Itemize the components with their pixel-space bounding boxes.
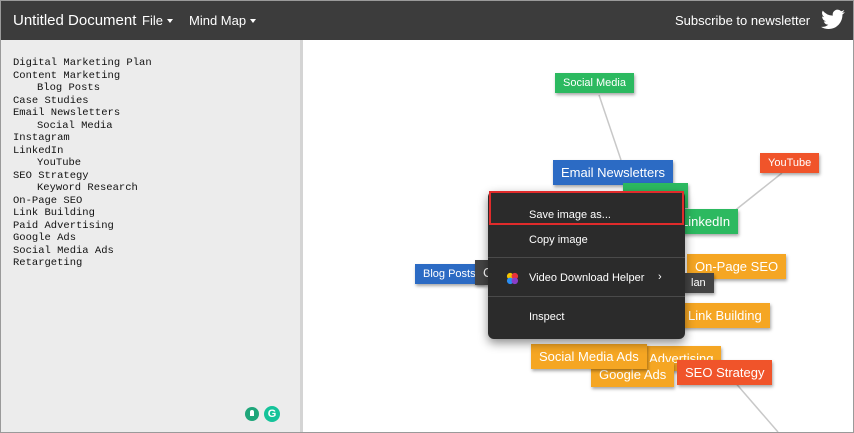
outline-item[interactable]: Retargeting xyxy=(13,257,152,270)
lightbulb-icon[interactable] xyxy=(245,407,259,421)
outline-item[interactable]: Paid Advertising xyxy=(13,220,152,233)
subscribe-link[interactable]: Subscribe to newsletter xyxy=(675,13,810,28)
outline-item[interactable]: On-Page SEO xyxy=(13,195,152,208)
node-youtube[interactable]: YouTube xyxy=(760,153,820,173)
outline-item[interactable]: Blog Posts xyxy=(13,82,152,95)
context-menu-item[interactable]: Inspect xyxy=(488,307,685,327)
mind-map-menu[interactable]: Mind Map xyxy=(189,13,257,28)
highlight-box xyxy=(489,191,684,225)
edge-social-media xyxy=(598,94,622,161)
outline-item[interactable]: Google Ads xyxy=(13,232,152,245)
outline-pane[interactable]: Digital Marketing Plan Content Marketing B… xyxy=(1,40,300,432)
node-plan[interactable]: lan xyxy=(683,273,714,293)
menu-separator xyxy=(488,257,685,258)
outline-list[interactable]: Digital Marketing Plan Content Marketing B… xyxy=(13,57,152,270)
edge-seo-strategy xyxy=(732,379,779,432)
file-menu[interactable]: File xyxy=(142,13,173,28)
outline-item[interactable]: Case Studies xyxy=(13,95,152,108)
grammarly-icon[interactable]: G xyxy=(264,406,280,422)
outline-item[interactable]: SEO Strategy xyxy=(13,170,152,183)
mind-map-menu-label: Mind Map xyxy=(189,13,247,28)
outline-item[interactable]: Link Building xyxy=(13,207,152,220)
outline-item[interactable]: LinkedIn xyxy=(13,145,152,158)
node-email-newsletters[interactable]: Email Newsletters xyxy=(553,160,674,185)
node-blog-posts[interactable]: Blog Posts xyxy=(415,264,484,284)
node-social-media-ads[interactable]: Social Media Ads xyxy=(531,344,647,369)
caret-down-icon xyxy=(250,19,257,23)
video-download-helper-option: Video Download Helper xyxy=(529,272,645,284)
node-social-media[interactable]: Social Media xyxy=(555,73,634,93)
copy-image-option: Copy image xyxy=(529,234,588,246)
top-bar: Untitled Document File Mind Map Subscrib… xyxy=(1,1,853,40)
context-menu-item[interactable]: Copy image xyxy=(488,230,685,250)
outline-item[interactable]: YouTube xyxy=(13,157,152,170)
outline-item[interactable]: Content Marketing xyxy=(13,70,152,83)
document-title[interactable]: Untitled Document xyxy=(13,12,136,29)
inspect-option: Inspect xyxy=(529,311,565,323)
outline-item[interactable]: Digital Marketing Plan xyxy=(13,57,152,70)
video-download-helper-icon xyxy=(506,272,519,285)
caret-down-icon xyxy=(166,19,173,23)
twitter-bird-icon[interactable] xyxy=(819,7,847,38)
menu-separator xyxy=(488,296,685,297)
outline-item[interactable]: Keyword Research xyxy=(13,182,152,195)
node-seo-strategy[interactable]: SEO Strategy xyxy=(677,360,773,385)
app-window: Untitled Document File Mind Map Subscrib… xyxy=(0,0,854,433)
node-link-building[interactable]: Link Building xyxy=(680,303,770,328)
outline-item[interactable]: Social Media xyxy=(13,120,152,133)
outline-item[interactable]: Social Media Ads xyxy=(13,245,152,258)
outline-item[interactable]: Email Newsletters xyxy=(13,107,152,120)
outline-item[interactable]: Instagram xyxy=(13,132,152,145)
context-menu-item[interactable]: Video Download Helper › xyxy=(488,268,685,288)
file-menu-label: File xyxy=(142,13,163,28)
chevron-right-icon: › xyxy=(658,271,662,283)
